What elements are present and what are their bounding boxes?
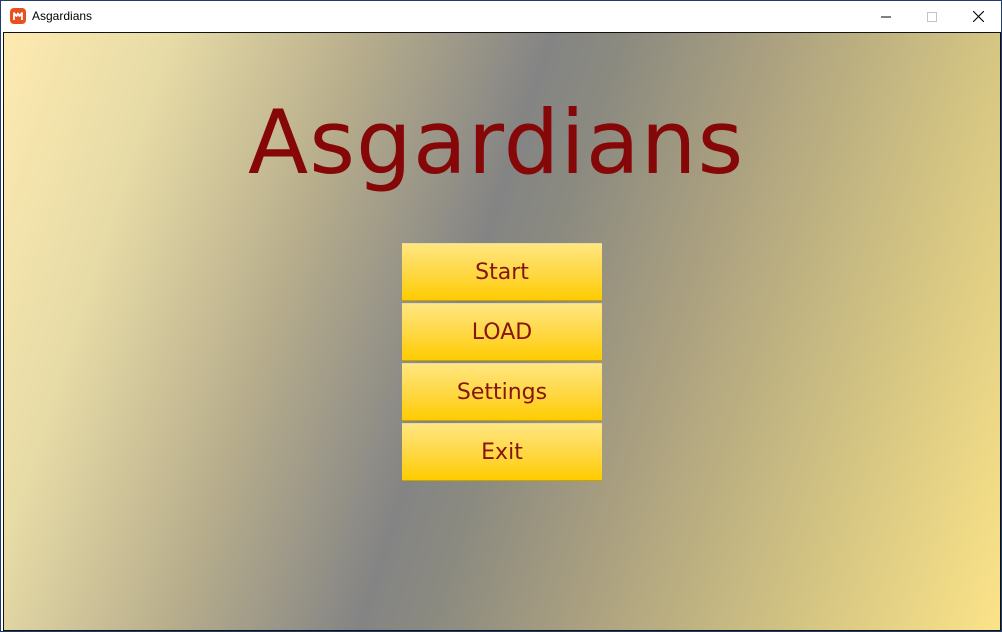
- maximize-icon: [927, 11, 937, 22]
- exit-button[interactable]: Exit: [402, 423, 602, 481]
- load-button[interactable]: LOAD: [402, 303, 602, 361]
- load-button-label: LOAD: [471, 319, 533, 345]
- start-button-label: Start: [475, 259, 529, 285]
- minimize-icon: [881, 16, 891, 17]
- settings-button-label: Settings: [456, 379, 548, 405]
- settings-button[interactable]: Settings: [402, 363, 602, 421]
- start-button[interactable]: Start: [402, 243, 602, 301]
- game-title: Asgardians: [248, 91, 745, 194]
- maximize-button[interactable]: [909, 1, 955, 32]
- close-button[interactable]: [955, 1, 1001, 32]
- exit-button-label: Exit: [481, 439, 523, 465]
- close-icon: [972, 11, 984, 22]
- game-canvas: Asgardians Start LOAD Settings Exit: [3, 32, 1001, 631]
- monogame-logo-icon: [10, 8, 26, 24]
- game-window: Asgardians Asgardians Start LOAD Setting…: [0, 0, 1002, 632]
- title-bar[interactable]: Asgardians: [1, 1, 1001, 32]
- minimize-button[interactable]: [863, 1, 909, 32]
- window-title: Asgardians: [32, 9, 93, 23]
